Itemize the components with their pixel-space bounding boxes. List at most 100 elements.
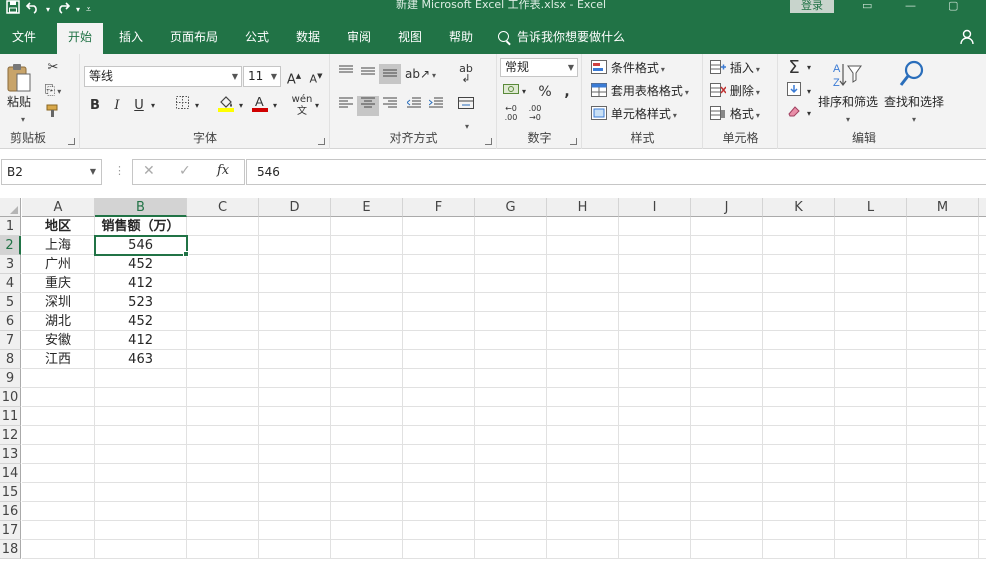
empty-cell[interactable] — [979, 350, 986, 369]
name-box[interactable]: B2 ▼ — [1, 159, 102, 185]
empty-cell[interactable] — [547, 502, 619, 521]
empty-cell[interactable] — [763, 312, 835, 331]
align-right-icon[interactable] — [379, 96, 401, 116]
tab-home[interactable]: 开始 — [57, 23, 103, 54]
empty-cell[interactable] — [979, 483, 986, 502]
cell-styles-button[interactable]: 单元格样式 ▾ — [591, 106, 677, 124]
empty-cell[interactable] — [763, 540, 835, 559]
empty-cell[interactable] — [187, 521, 259, 540]
font-size-combo[interactable]: 11 ▼ — [243, 66, 281, 87]
conditional-formatting-button[interactable]: 条件格式 ▾ — [591, 60, 665, 78]
empty-cell[interactable] — [763, 388, 835, 407]
empty-cell[interactable] — [979, 369, 986, 388]
increase-indent-icon[interactable] — [425, 96, 447, 116]
tab-help[interactable]: 帮助 — [440, 20, 482, 54]
empty-cell[interactable] — [619, 293, 691, 312]
empty-cell[interactable] — [331, 445, 403, 464]
empty-cell[interactable] — [619, 521, 691, 540]
italic-button[interactable]: I — [106, 96, 128, 116]
empty-cell[interactable] — [979, 426, 986, 445]
empty-cell[interactable] — [979, 502, 986, 521]
empty-cell[interactable] — [691, 369, 763, 388]
row-header-18[interactable]: 18 — [0, 540, 21, 559]
column-header-a[interactable]: A — [22, 198, 95, 217]
format-cells-button[interactable]: 格式 ▾ — [710, 106, 760, 124]
empty-cell[interactable] — [259, 274, 331, 293]
empty-cell[interactable] — [763, 293, 835, 312]
column-header-e[interactable]: E — [331, 198, 403, 217]
empty-cell[interactable] — [403, 445, 475, 464]
empty-cell[interactable] — [475, 369, 547, 388]
empty-cell[interactable] — [907, 331, 979, 350]
row-header-13[interactable]: 13 — [0, 445, 21, 464]
empty-cell[interactable] — [547, 350, 619, 369]
empty-cell[interactable] — [259, 350, 331, 369]
empty-cell[interactable] — [979, 521, 986, 540]
empty-cell[interactable] — [619, 236, 691, 255]
empty-cell[interactable] — [763, 407, 835, 426]
empty-cell[interactable] — [187, 236, 259, 255]
sort-filter-icon[interactable]: AZ — [831, 60, 863, 94]
redo-dropdown-icon[interactable]: ▾ — [76, 0, 80, 20]
empty-cell[interactable] — [835, 388, 907, 407]
empty-cell[interactable] — [403, 502, 475, 521]
empty-cell[interactable] — [403, 540, 475, 559]
empty-cell[interactable] — [907, 540, 979, 559]
cell-b1[interactable]: 销售额（万） — [95, 217, 187, 236]
empty-cell[interactable] — [331, 369, 403, 388]
row-header-17[interactable]: 17 — [0, 521, 21, 540]
format-painter-icon[interactable] — [42, 104, 64, 124]
empty-cell[interactable] — [547, 331, 619, 350]
empty-cell[interactable] — [475, 255, 547, 274]
empty-cell[interactable] — [187, 369, 259, 388]
cell-a2[interactable]: 上海 — [22, 236, 95, 255]
empty-cell[interactable] — [691, 445, 763, 464]
empty-cell[interactable] — [475, 331, 547, 350]
empty-cell[interactable] — [403, 217, 475, 236]
empty-cell[interactable] — [835, 426, 907, 445]
decrease-decimal-icon[interactable]: .00 →0 — [524, 104, 546, 124]
row-header-4[interactable]: 4 — [0, 274, 21, 293]
empty-cell[interactable] — [763, 369, 835, 388]
empty-cell[interactable] — [835, 445, 907, 464]
empty-cell[interactable] — [763, 274, 835, 293]
undo-dropdown-icon[interactable]: ▾ — [46, 0, 50, 20]
empty-cell[interactable] — [475, 464, 547, 483]
empty-cell[interactable] — [259, 445, 331, 464]
empty-cell[interactable] — [475, 426, 547, 445]
empty-cell[interactable] — [547, 426, 619, 445]
empty-cell[interactable] — [835, 521, 907, 540]
empty-cell[interactable] — [259, 331, 331, 350]
orientation-icon[interactable]: ab↗ ▾ — [405, 64, 436, 84]
empty-cell[interactable] — [259, 369, 331, 388]
font-launcher-icon[interactable] — [318, 138, 325, 145]
column-header-c[interactable]: C — [187, 198, 259, 217]
redo-icon[interactable] — [56, 0, 71, 21]
formula-input[interactable]: 546 — [246, 159, 986, 185]
cell-a1[interactable]: 地区 — [22, 217, 95, 236]
sort-filter-label[interactable]: 排序和筛选 — [818, 94, 878, 110]
empty-cell[interactable] — [22, 369, 95, 388]
fill-handle[interactable] — [183, 251, 189, 257]
empty-cell[interactable] — [619, 274, 691, 293]
empty-cell[interactable] — [187, 350, 259, 369]
row-header-9[interactable]: 9 — [0, 369, 21, 388]
alignment-launcher-icon[interactable] — [485, 138, 492, 145]
save-icon[interactable] — [6, 0, 20, 21]
empty-cell[interactable] — [187, 540, 259, 559]
empty-cell[interactable] — [187, 274, 259, 293]
empty-cell[interactable] — [22, 426, 95, 445]
empty-cell[interactable] — [907, 445, 979, 464]
decrease-font-size-icon[interactable]: A▼ — [305, 66, 327, 86]
empty-cell[interactable] — [331, 483, 403, 502]
empty-cell[interactable] — [403, 312, 475, 331]
empty-cell[interactable] — [475, 236, 547, 255]
empty-cell[interactable] — [95, 521, 187, 540]
cell-a7[interactable]: 安徽 — [22, 331, 95, 350]
empty-cell[interactable] — [763, 350, 835, 369]
empty-cell[interactable] — [331, 502, 403, 521]
cell-a5[interactable]: 深圳 — [22, 293, 95, 312]
tab-view[interactable]: 视图 — [389, 20, 431, 54]
empty-cell[interactable] — [403, 426, 475, 445]
empty-cell[interactable] — [403, 464, 475, 483]
